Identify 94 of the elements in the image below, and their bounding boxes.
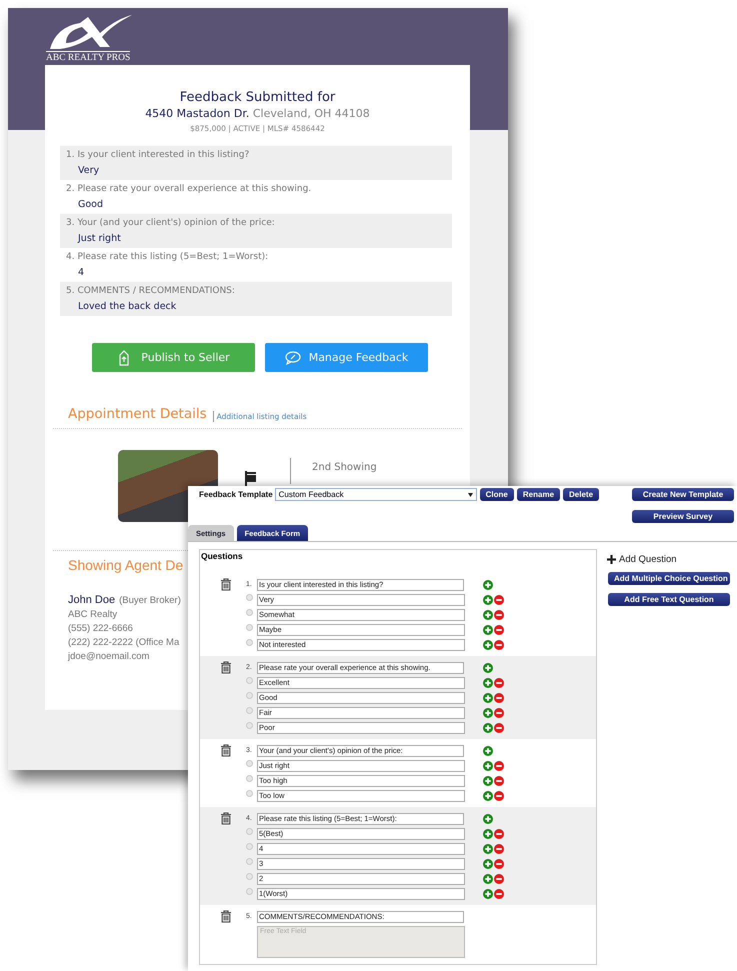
radio-button[interactable] bbox=[246, 639, 253, 646]
panel-title: Questions bbox=[200, 550, 244, 563]
add-icon[interactable] bbox=[483, 746, 493, 756]
radio-button[interactable] bbox=[246, 677, 253, 684]
section-heading: Showing Agent De bbox=[68, 557, 184, 573]
remove-icon[interactable] bbox=[494, 874, 504, 884]
question-text: 4. Please rate this listing (5=Best; 1=Worst): bbox=[66, 252, 270, 262]
add-icon[interactable] bbox=[483, 678, 493, 688]
template-button[interactable]: Delete bbox=[563, 488, 600, 501]
question-text: 3. Your (and your client's) opinion of the price: bbox=[66, 218, 276, 228]
add-icon[interactable] bbox=[483, 814, 493, 824]
radio-button[interactable] bbox=[246, 594, 253, 601]
radio-button[interactable] bbox=[246, 843, 253, 850]
remove-icon[interactable] bbox=[494, 594, 504, 604]
add-icon[interactable] bbox=[483, 828, 493, 838]
radio-button[interactable] bbox=[246, 722, 253, 729]
remove-icon[interactable] bbox=[494, 692, 504, 702]
remove-icon[interactable] bbox=[494, 678, 504, 688]
trash-icon[interactable] bbox=[220, 744, 232, 757]
sign-icon bbox=[244, 470, 257, 488]
template-select[interactable]: Custom Feedback bbox=[274, 488, 477, 501]
answer-text: Loved the back deck bbox=[77, 300, 178, 312]
section-heading: Appointment Details bbox=[68, 406, 207, 422]
add-icon[interactable] bbox=[483, 874, 493, 884]
city-address: Cleveland, OH 44108 bbox=[252, 107, 370, 120]
template-button[interactable]: Preview Survey bbox=[632, 510, 734, 523]
remove-icon[interactable] bbox=[494, 610, 504, 620]
remove-icon[interactable] bbox=[494, 760, 504, 770]
question-text: 1. Is your client interested in this listing? bbox=[66, 150, 250, 160]
add-icon[interactable] bbox=[483, 844, 493, 854]
remove-icon[interactable] bbox=[494, 858, 504, 868]
radio-button[interactable] bbox=[246, 828, 253, 835]
remove-icon[interactable] bbox=[494, 790, 504, 800]
add-icon[interactable] bbox=[483, 624, 493, 634]
template-button[interactable]: Create New Template bbox=[632, 488, 734, 501]
add-icon[interactable] bbox=[483, 692, 493, 702]
answer-text: 4 bbox=[77, 266, 86, 278]
add-icon[interactable] bbox=[483, 708, 493, 718]
showing-label: 2nd Showing bbox=[312, 462, 377, 473]
radio-button[interactable] bbox=[246, 888, 253, 895]
template-button[interactable]: Clone bbox=[480, 488, 514, 501]
plus-icon bbox=[607, 555, 616, 564]
radio-button[interactable] bbox=[246, 609, 253, 616]
street-address: 4540 Mastadon Dr. bbox=[145, 107, 250, 120]
trash-icon[interactable] bbox=[220, 661, 232, 674]
radio-button[interactable] bbox=[246, 760, 253, 767]
trash-icon[interactable] bbox=[220, 812, 232, 825]
template-label: Feedback Template bbox=[199, 489, 273, 501]
radio-button[interactable] bbox=[246, 858, 253, 865]
add-icon[interactable] bbox=[483, 580, 493, 590]
add-icon[interactable] bbox=[483, 858, 493, 868]
caret-icon bbox=[468, 493, 473, 497]
remove-icon[interactable] bbox=[494, 888, 504, 898]
page-title: Feedback Submitted for bbox=[178, 89, 336, 106]
add-question-button[interactable]: Add Multiple Choice Question bbox=[608, 572, 730, 585]
radio-button[interactable] bbox=[246, 775, 253, 782]
add-icon[interactable] bbox=[483, 662, 493, 672]
speech-bubble-icon bbox=[284, 350, 301, 366]
answer-text: Just right bbox=[76, 232, 122, 244]
add-question-label: Add Question bbox=[619, 554, 677, 565]
question-text: 2. Please rate your overall experience at this showing. bbox=[66, 184, 312, 194]
agent-email: jdoe@noemail.com bbox=[68, 650, 150, 664]
radio-button[interactable] bbox=[246, 692, 253, 699]
agent-company: ABC Realty bbox=[68, 608, 118, 622]
add-icon[interactable] bbox=[483, 640, 493, 650]
add-icon[interactable] bbox=[483, 594, 493, 604]
add-icon[interactable] bbox=[483, 760, 493, 770]
remove-icon[interactable] bbox=[494, 722, 504, 732]
remove-icon[interactable] bbox=[494, 776, 504, 786]
remove-icon[interactable] bbox=[494, 828, 504, 838]
answer-text: Very bbox=[77, 164, 100, 176]
radio-button[interactable] bbox=[246, 624, 253, 631]
add-icon[interactable] bbox=[483, 776, 493, 786]
agent-phone: (555) 222-6666 bbox=[68, 622, 133, 636]
answer-text: Good bbox=[77, 198, 104, 210]
add-icon[interactable] bbox=[483, 722, 493, 732]
radio-button[interactable] bbox=[246, 790, 253, 797]
remove-icon[interactable] bbox=[494, 624, 504, 634]
radio-button[interactable] bbox=[246, 707, 253, 714]
trash-icon[interactable] bbox=[220, 910, 232, 923]
add-icon[interactable] bbox=[483, 790, 493, 800]
add-icon[interactable] bbox=[483, 610, 493, 620]
agent-phone: (222) 222-2222 (Office Ma bbox=[68, 636, 180, 650]
add-question-button[interactable]: Add Free Text Question bbox=[608, 593, 730, 606]
trash-icon[interactable] bbox=[220, 578, 232, 591]
question-text: 5. COMMENTS / RECOMMENDATIONS: bbox=[66, 286, 236, 296]
remove-icon[interactable] bbox=[494, 640, 504, 650]
template-button[interactable]: Rename bbox=[516, 488, 560, 501]
remove-icon[interactable] bbox=[494, 708, 504, 718]
agent-name: John Doe bbox=[68, 593, 116, 607]
add-icon[interactable] bbox=[483, 888, 493, 898]
agent-role: (Buyer Broker) bbox=[119, 594, 181, 608]
remove-icon[interactable] bbox=[494, 844, 504, 854]
radio-button[interactable] bbox=[246, 873, 253, 880]
